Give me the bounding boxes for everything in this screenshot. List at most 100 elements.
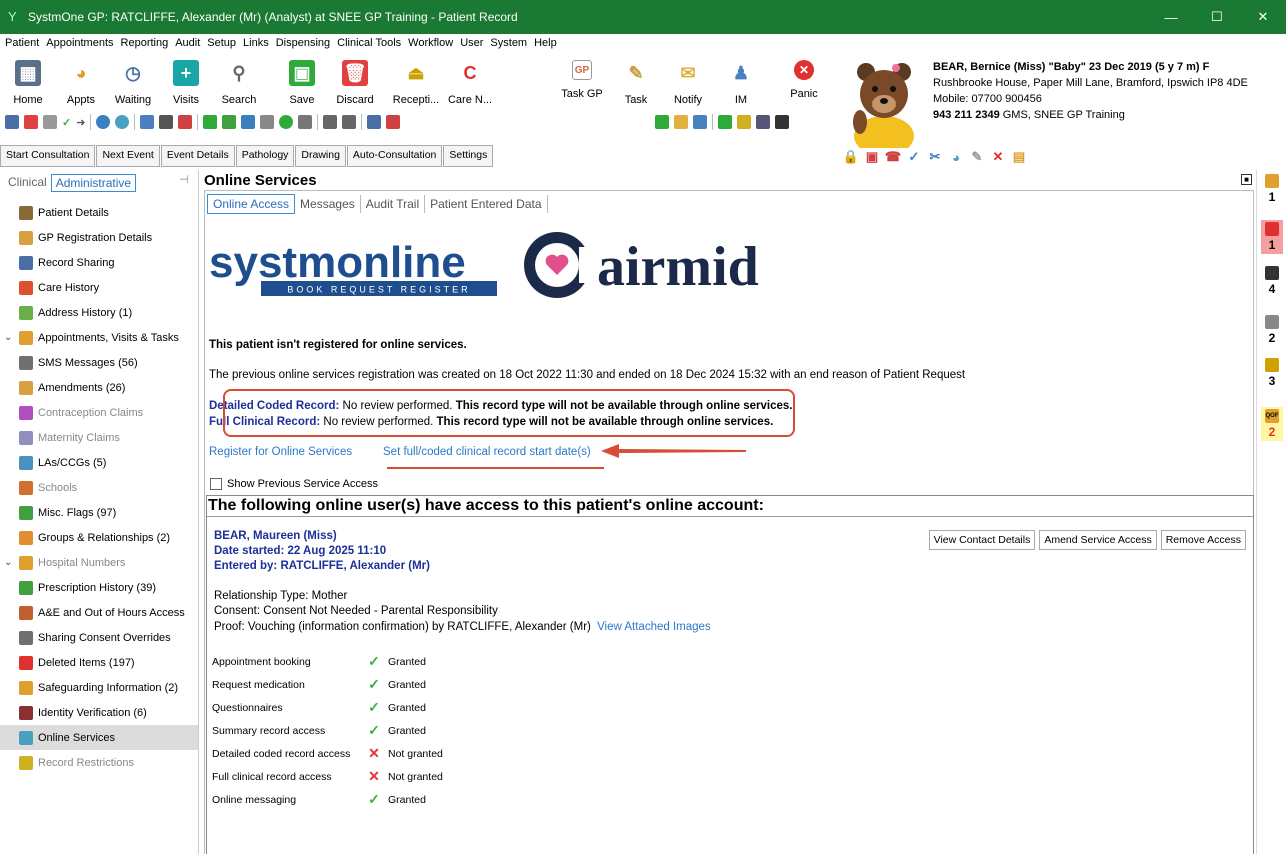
pathology-button[interactable]: Pathology xyxy=(235,145,295,167)
view-contact-details-button[interactable]: View Contact Details xyxy=(928,530,1036,550)
nav-item[interactable]: SMS Messages (56) xyxy=(0,350,198,375)
settings-button[interactable]: Settings xyxy=(443,145,494,167)
visits-button[interactable]: + Visits xyxy=(156,56,216,110)
task-gp-button[interactable]: GP Task GP xyxy=(552,56,612,110)
notify-button[interactable]: ✉ Notify xyxy=(658,56,718,110)
nav-item[interactable]: Misc. Flags (97) xyxy=(0,500,198,525)
print-icon[interactable] xyxy=(775,115,789,129)
nav-item[interactable]: Identity Verification (6) xyxy=(0,700,198,725)
close-button[interactable]: ✕ xyxy=(1240,0,1286,34)
nav-item[interactable]: Maternity Claims xyxy=(0,425,198,450)
nav-item[interactable]: Care History xyxy=(0,275,198,300)
menu-patient[interactable]: Patient xyxy=(5,37,39,49)
mail-icon[interactable] xyxy=(674,115,688,129)
chart-icon[interactable] xyxy=(178,115,193,129)
menu-audit[interactable]: Audit xyxy=(175,37,200,49)
auto-consultation-button[interactable]: Auto-Consultation xyxy=(346,145,443,167)
menu-help[interactable]: Help xyxy=(534,37,557,49)
menu-workflow[interactable]: Workflow xyxy=(408,37,453,49)
chevron-down-icon[interactable]: ⌄ xyxy=(4,557,16,568)
calendar-icon[interactable] xyxy=(222,115,237,129)
reception-button[interactable]: ⏏ Recepti... xyxy=(386,56,446,110)
im-button[interactable]: ♟ IM xyxy=(711,56,771,110)
note-icon[interactable]: ✎ xyxy=(969,149,985,165)
menu-user[interactable]: User xyxy=(460,37,483,49)
search-button[interactable]: ⚲ Search xyxy=(209,56,269,110)
tree-icon[interactable] xyxy=(693,115,707,129)
nav-item[interactable]: Schools xyxy=(0,475,198,500)
nav-item[interactable]: Prescription History (39) xyxy=(0,575,198,600)
people-icon[interactable] xyxy=(96,115,111,129)
nav-item[interactable]: GP Registration Details xyxy=(0,225,198,250)
pin-icon[interactable]: ⊣ xyxy=(179,173,189,186)
menu-system[interactable]: System xyxy=(490,37,527,49)
phone-icon[interactable]: ☎ xyxy=(885,149,901,165)
user-icon[interactable] xyxy=(367,115,382,129)
diary-icon[interactable] xyxy=(386,115,401,129)
nav-item[interactable]: Online Services xyxy=(0,725,198,750)
note-icon[interactable] xyxy=(260,115,275,129)
edit-icon[interactable] xyxy=(5,115,19,129)
table-icon[interactable] xyxy=(342,115,357,129)
panel-close-icon[interactable]: ■ xyxy=(1241,174,1252,185)
next-event-button[interactable]: Next Event xyxy=(96,145,160,167)
menu-dispensing[interactable]: Dispensing xyxy=(276,37,330,49)
alert-indicator[interactable]: 4 xyxy=(1261,266,1283,296)
tab-clinical[interactable]: Clinical xyxy=(4,174,51,192)
tab-messages[interactable]: Messages xyxy=(295,195,361,213)
tab-audit-trail[interactable]: Audit Trail xyxy=(361,195,426,213)
menu-clinical-tools[interactable]: Clinical Tools xyxy=(337,37,401,49)
barcode-icon[interactable] xyxy=(159,115,174,129)
nav-item[interactable]: Record Sharing xyxy=(0,250,198,275)
show-previous-access-checkbox[interactable] xyxy=(210,478,222,490)
care-navigation-button[interactable]: C Care N... xyxy=(440,56,500,110)
tools-icon[interactable]: ✂ xyxy=(927,149,943,165)
appts-button[interactable]: ◕ Appts xyxy=(51,56,111,110)
discard-button[interactable]: 🗑 Discard xyxy=(325,56,385,110)
nav-item[interactable]: Sharing Consent Overrides xyxy=(0,625,198,650)
set-record-start-date-link[interactable]: Set full/coded clinical record start dat… xyxy=(383,446,591,458)
nav-item[interactable]: LAs/CCGs (5) xyxy=(0,450,198,475)
chevron-down-icon[interactable]: ⌄ xyxy=(4,332,16,343)
task-button[interactable]: ✎ Task xyxy=(606,56,666,110)
patient-photo[interactable] xyxy=(848,54,920,148)
tab-online-access[interactable]: Online Access xyxy=(207,194,296,214)
nav-item[interactable]: Address History (1) xyxy=(0,300,198,325)
nav-item[interactable]: Safeguarding Information (2) xyxy=(0,675,198,700)
lock-icon[interactable]: 🔒 xyxy=(843,149,859,165)
menu-setup[interactable]: Setup xyxy=(207,37,236,49)
ledger-icon[interactable] xyxy=(718,115,732,129)
save-button[interactable]: ▣ Save xyxy=(272,56,332,110)
double-alert-indicator[interactable]: 1 xyxy=(1261,220,1283,254)
waiting-button[interactable]: ◷ Waiting xyxy=(103,56,163,110)
start-consultation-button[interactable]: Start Consultation xyxy=(0,145,96,167)
nav-item[interactable]: Patient Details xyxy=(0,200,198,225)
home-button[interactable]: ▦ Home xyxy=(0,56,58,110)
remove-access-button[interactable]: Remove Access xyxy=(1160,530,1246,550)
menu-reporting[interactable]: Reporting xyxy=(121,37,169,49)
qof-indicator[interactable]: QOF 2 xyxy=(1261,407,1283,441)
arrow-icon[interactable]: ➜ xyxy=(76,116,85,129)
chat-icon[interactable] xyxy=(241,115,256,129)
doc-icon[interactable] xyxy=(298,115,313,129)
nav-item[interactable]: Contraception Claims xyxy=(0,400,198,425)
tab-administrative[interactable]: Administrative xyxy=(50,174,137,192)
record-icon[interactable] xyxy=(24,115,38,129)
nav-item[interactable]: Groups & Relationships (2) xyxy=(0,525,198,550)
nav-item[interactable]: ⌄ Appointments, Visits & Tasks xyxy=(0,325,198,350)
tab-patient-entered-data[interactable]: Patient Entered Data xyxy=(425,195,548,213)
register-online-services-link[interactable]: Register for Online Services xyxy=(209,446,352,458)
nav-item[interactable]: Deleted Items (197) xyxy=(0,650,198,675)
view-attached-images-link[interactable]: View Attached Images xyxy=(597,621,711,633)
monitor-icon[interactable]: ▣ xyxy=(864,149,880,165)
pen-icon[interactable] xyxy=(140,115,155,129)
amend-service-access-button[interactable]: Amend Service Access xyxy=(1039,530,1157,550)
nav-item[interactable]: Amendments (26) xyxy=(0,375,198,400)
check-icon[interactable]: ✓ xyxy=(62,116,71,129)
minimize-button[interactable]: — xyxy=(1148,0,1194,34)
status-icon[interactable] xyxy=(279,115,294,129)
document-indicator[interactable]: 1 xyxy=(1261,174,1283,204)
warning-indicator[interactable]: 3 xyxy=(1261,358,1283,388)
document-icon[interactable]: ▤ xyxy=(1011,149,1027,165)
phone-icon[interactable] xyxy=(203,115,218,129)
